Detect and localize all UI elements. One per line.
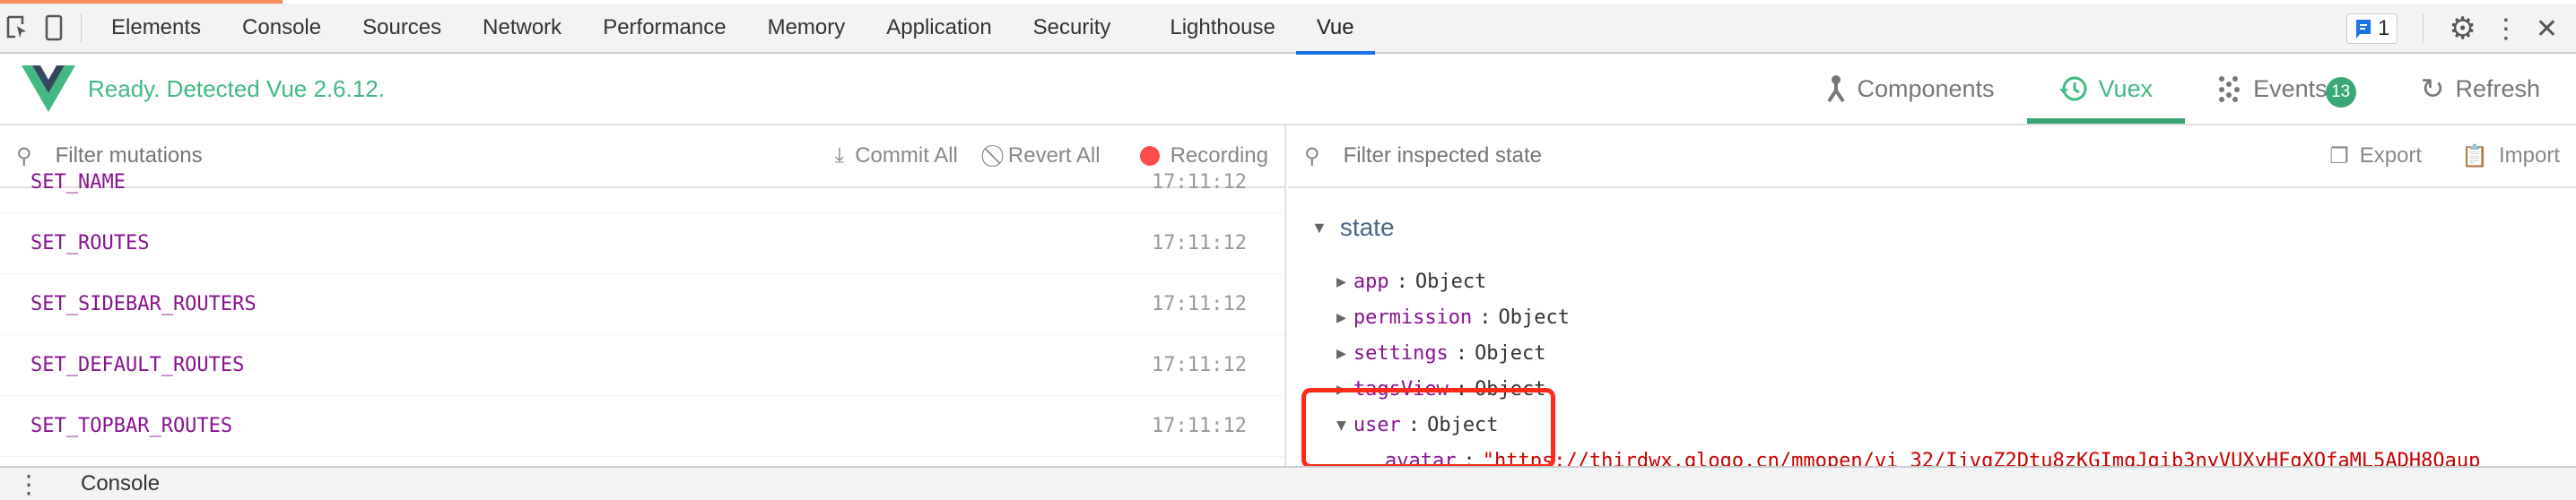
refresh-icon: ↻ [2420,73,2445,105]
tab-sources[interactable]: Sources [342,3,462,53]
download-icon: ⤓ [834,143,845,168]
vue-header: Ready. Detected Vue 2.6.12. Components V… [0,54,2576,125]
tab-elements[interactable]: Elements [91,3,222,53]
issues-icon [2356,20,2371,39]
caret-right-icon: ▶ [1336,307,1346,327]
tab-application[interactable]: Application [866,3,1012,53]
refresh-button[interactable]: ↻ Refresh [2389,54,2540,124]
events-count-badge: 13 [2325,77,2356,108]
mutation-row[interactable]: SET_TOPBAR_ROUTES 17:11:12 [0,396,1284,457]
search-icon: ⚲ [16,143,32,168]
copy-icon: ❐ [2329,143,2349,168]
divider [81,13,82,42]
state-prop[interactable]: ▶ settings: Object [1288,335,2576,371]
tab-lighthouse[interactable]: Lighthouse [1149,3,1295,53]
recording-toggle[interactable]: Recording [1139,143,1268,168]
issues-button[interactable]: 1 [2346,13,2398,44]
device-toolbar-icon[interactable] [36,3,72,53]
nav-vuex[interactable]: Vuex [2026,54,2186,124]
state-root[interactable]: ▼ state [1288,188,2576,251]
record-icon [1139,146,1160,166]
drawer-tab-console[interactable]: Console [81,471,160,496]
drawer-menu-icon[interactable]: ⋮ [16,470,41,499]
clipboard-icon: 📋 [2461,143,2488,168]
nav-events[interactable]: Events 13 [2185,54,2389,124]
highlight-annotation [1301,388,1555,469]
state-prop[interactable]: ▶ permission: Object [1288,299,2576,335]
import-button[interactable]: 📋 Import [2461,143,2560,169]
history-icon [2058,76,2087,101]
inspect-element-icon[interactable] [0,3,36,53]
state-prop[interactable]: ▶ app: Object [1288,263,2576,299]
tab-memory[interactable]: Memory [747,3,866,53]
mutation-row[interactable]: SET_DEFAULT_ROUTES 17:11:12 [0,335,1284,396]
events-icon [2219,76,2241,102]
tab-console[interactable]: Console [222,3,342,53]
caret-right-icon: ▶ [1336,272,1346,291]
commit-all-button[interactable]: ⤓ Commit All [835,143,958,168]
issues-count: 1 [2378,16,2390,40]
gear-icon[interactable]: ⚙ [2449,11,2476,47]
close-icon[interactable]: ✕ [2536,13,2558,45]
caret-down-icon: ▼ [1311,218,1327,237]
mutation-row[interactable]: SET_SIDEBAR_ROUTERS 17:11:12 [0,274,1284,335]
more-icon[interactable]: ⋮ [2493,13,2519,45]
filter-mutations-input[interactable] [55,143,796,168]
tab-performance[interactable]: Performance [582,3,746,53]
nav-components[interactable]: Components [1794,54,2026,124]
components-icon [1827,75,1846,103]
search-icon: ⚲ [1304,143,1320,168]
mutation-row[interactable]: SET_ROUTES 17:11:12 [0,213,1284,274]
tab-vue[interactable]: Vue [1295,3,1375,55]
devtools-tabbar: Elements Console Sources Network Perform… [0,3,2576,55]
tab-network[interactable]: Network [462,3,582,53]
filter-state-input[interactable] [1343,143,2291,168]
vue-logo [22,65,75,112]
vue-status: Ready. Detected Vue 2.6.12. [88,74,385,102]
divider [2423,14,2424,43]
caret-right-icon: ▶ [1336,343,1346,363]
export-button[interactable]: ❐ Export [2329,143,2422,169]
mutations-panel: ⚲ ⤓Commit All ⃠Revert All Recording SET_… [0,125,1286,466]
console-drawer: ⋮ Console [0,466,2576,500]
tab-security[interactable]: Security [1013,3,1132,53]
revert-all-button[interactable]: ⃠Revert All [997,143,1101,168]
